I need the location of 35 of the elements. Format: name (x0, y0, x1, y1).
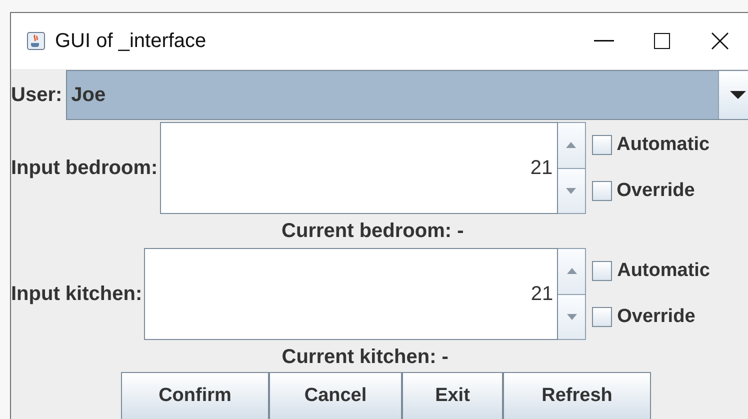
action-button[interactable]: Refresh (503, 372, 651, 419)
caret-up-icon (566, 268, 577, 274)
action-button[interactable]: Exit (402, 372, 503, 419)
current-value-label: Current kitchen: - (282, 345, 448, 370)
increment-button[interactable] (558, 123, 585, 168)
input-label: Input kitchen: (11, 282, 142, 306)
coffee-cup-icon (27, 32, 45, 50)
checkbox[interactable] (592, 135, 612, 155)
number-field[interactable]: 21 (144, 248, 558, 340)
caret-down-icon (566, 188, 576, 194)
checkbox[interactable] (592, 307, 612, 327)
close-icon (711, 32, 729, 50)
checkbox-option[interactable]: Automatic (592, 260, 710, 282)
minimize-icon (594, 40, 614, 42)
checkbox-option[interactable]: Override (592, 180, 710, 202)
checkbox-option[interactable]: Override (592, 306, 710, 328)
dropdown-arrow-button[interactable] (718, 71, 748, 119)
current-value-label: Current bedroom: - (282, 219, 464, 244)
input-label: Input bedroom: (11, 156, 158, 180)
user-dropdown[interactable]: Joe (66, 70, 748, 120)
number-field[interactable]: 21 (160, 122, 558, 214)
caret-down-icon (730, 90, 746, 100)
window-title: GUI of _interface (55, 30, 208, 52)
action-button[interactable]: Cancel (269, 372, 402, 419)
caret-up-icon (566, 142, 576, 148)
user-label: User: (11, 84, 62, 106)
increment-button[interactable] (558, 249, 586, 294)
action-button[interactable]: Confirm (121, 372, 269, 419)
checkbox-option[interactable]: Automatic (592, 134, 710, 156)
maximize-icon (654, 33, 670, 49)
decrement-button[interactable] (558, 168, 585, 213)
caret-down-icon (566, 314, 577, 320)
checkbox[interactable] (592, 181, 612, 201)
checkbox[interactable] (592, 261, 612, 281)
decrement-button[interactable] (558, 294, 586, 339)
